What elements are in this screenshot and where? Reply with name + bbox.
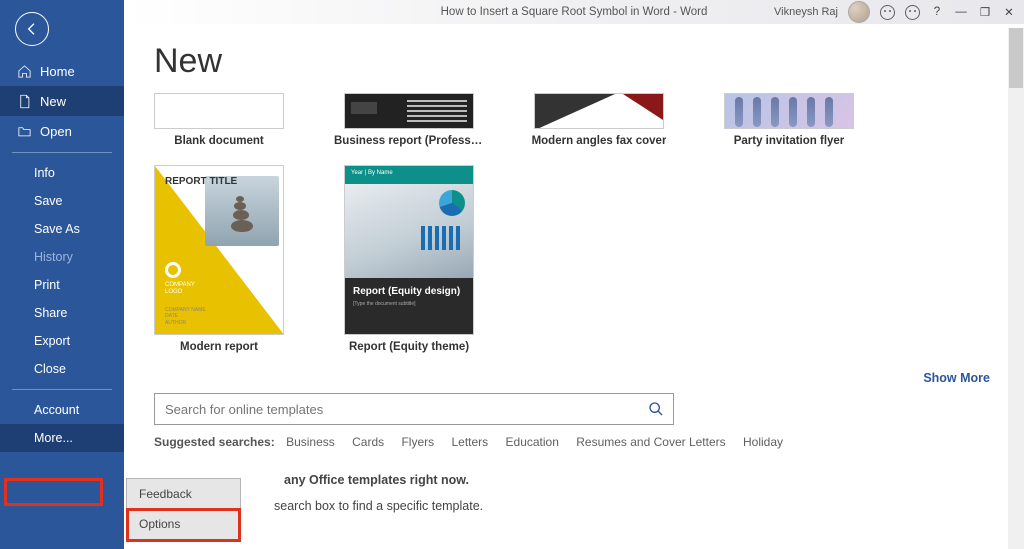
nav-info[interactable]: Info <box>0 159 124 187</box>
smile-icon[interactable] <box>880 5 895 20</box>
nav-label: Open <box>40 124 72 139</box>
more-popup: Feedback Options <box>126 478 241 540</box>
main-area: How to Insert a Square Root Symbol in Wo… <box>124 0 1024 549</box>
search-input[interactable] <box>155 394 639 424</box>
backstage-sidebar: Home New Open Info Save Save As History … <box>0 0 124 549</box>
template-report-equity[interactable]: Year | By Name Report (Equity design) [T… <box>344 165 474 353</box>
nav-export[interactable]: Export <box>0 327 124 355</box>
template-label: Modern report <box>180 341 258 353</box>
template-label: Business report (Professiona... <box>334 135 484 147</box>
template-business-report[interactable]: Business report (Professiona... <box>344 93 474 147</box>
suggested-link[interactable]: Cards <box>352 435 384 449</box>
thumbnail <box>344 93 474 129</box>
minimize-icon[interactable]: — <box>954 5 968 19</box>
suggested-link[interactable]: Letters <box>451 435 488 449</box>
arrow-left-icon <box>24 21 40 37</box>
nav-label: New <box>40 94 66 109</box>
template-label: Modern angles fax cover <box>532 135 667 147</box>
suggested-link[interactable]: Education <box>506 435 559 449</box>
nav-close[interactable]: Close <box>0 355 124 383</box>
divider <box>12 389 112 390</box>
thumbnail <box>534 93 664 129</box>
thumbnail <box>154 93 284 129</box>
template-label: Party invitation flyer <box>734 135 845 147</box>
help-icon[interactable]: ? <box>930 5 944 19</box>
nav-account[interactable]: Account <box>0 396 124 424</box>
nav-share[interactable]: Share <box>0 299 124 327</box>
nav-label: Home <box>40 64 75 79</box>
thumbnail: REPORT TITLE COMPANY LOGO COMPANY NAME D… <box>154 165 284 335</box>
suggested-searches: Suggested searches: Business Cards Flyer… <box>154 435 994 449</box>
close-icon[interactable]: ✕ <box>1002 5 1016 19</box>
user-name[interactable]: Vikneysh Raj <box>774 6 838 18</box>
nav-print[interactable]: Print <box>0 271 124 299</box>
file-icon <box>16 93 32 109</box>
scroll-thumb[interactable] <box>1009 28 1023 88</box>
nav-save[interactable]: Save <box>0 187 124 215</box>
folder-icon <box>16 123 32 139</box>
nav-new[interactable]: New <box>0 86 124 116</box>
user-avatar-icon[interactable] <box>848 1 870 23</box>
search-button[interactable] <box>639 394 673 424</box>
back-button[interactable] <box>15 12 49 46</box>
suggested-link[interactable]: Business <box>286 435 335 449</box>
nav-more[interactable]: More... <box>0 424 124 452</box>
template-blank-document[interactable]: Blank document <box>154 93 284 147</box>
document-title: How to Insert a Square Root Symbol in Wo… <box>441 6 708 18</box>
suggested-link[interactable]: Holiday <box>743 435 783 449</box>
template-modern-angles[interactable]: Modern angles fax cover <box>534 93 664 147</box>
template-modern-report[interactable]: REPORT TITLE COMPANY LOGO COMPANY NAME D… <box>154 165 284 353</box>
template-party-invitation[interactable]: Party invitation flyer <box>724 93 854 147</box>
restore-icon[interactable]: ❐ <box>978 5 992 19</box>
page-title: New <box>154 42 994 81</box>
template-search <box>154 393 674 425</box>
info-message: any Office templates right now. search b… <box>154 473 994 513</box>
template-label: Report (Equity theme) <box>349 341 469 353</box>
vertical-scrollbar[interactable] <box>1008 28 1024 549</box>
frown-icon[interactable] <box>905 5 920 20</box>
template-row-bottom: REPORT TITLE COMPANY LOGO COMPANY NAME D… <box>154 165 994 353</box>
titlebar: How to Insert a Square Root Symbol in Wo… <box>124 0 1024 24</box>
nav-history: History <box>0 243 124 271</box>
search-icon <box>648 401 664 417</box>
thumbnail: Year | By Name Report (Equity design) [T… <box>344 165 474 335</box>
suggested-link[interactable]: Flyers <box>401 435 434 449</box>
suggested-link[interactable]: Resumes and Cover Letters <box>576 435 725 449</box>
template-label: Blank document <box>174 135 263 147</box>
nav-home[interactable]: Home <box>0 56 124 86</box>
home-icon <box>16 63 32 79</box>
popup-feedback[interactable]: Feedback <box>127 479 240 509</box>
nav-open[interactable]: Open <box>0 116 124 146</box>
template-row-top: Blank document Business report (Professi… <box>154 93 994 147</box>
popup-options[interactable]: Options <box>127 509 240 539</box>
suggested-label: Suggested searches: <box>154 435 275 449</box>
thumbnail <box>724 93 854 129</box>
divider <box>12 152 112 153</box>
show-more-link[interactable]: Show More <box>154 371 990 385</box>
nav-save-as[interactable]: Save As <box>0 215 124 243</box>
